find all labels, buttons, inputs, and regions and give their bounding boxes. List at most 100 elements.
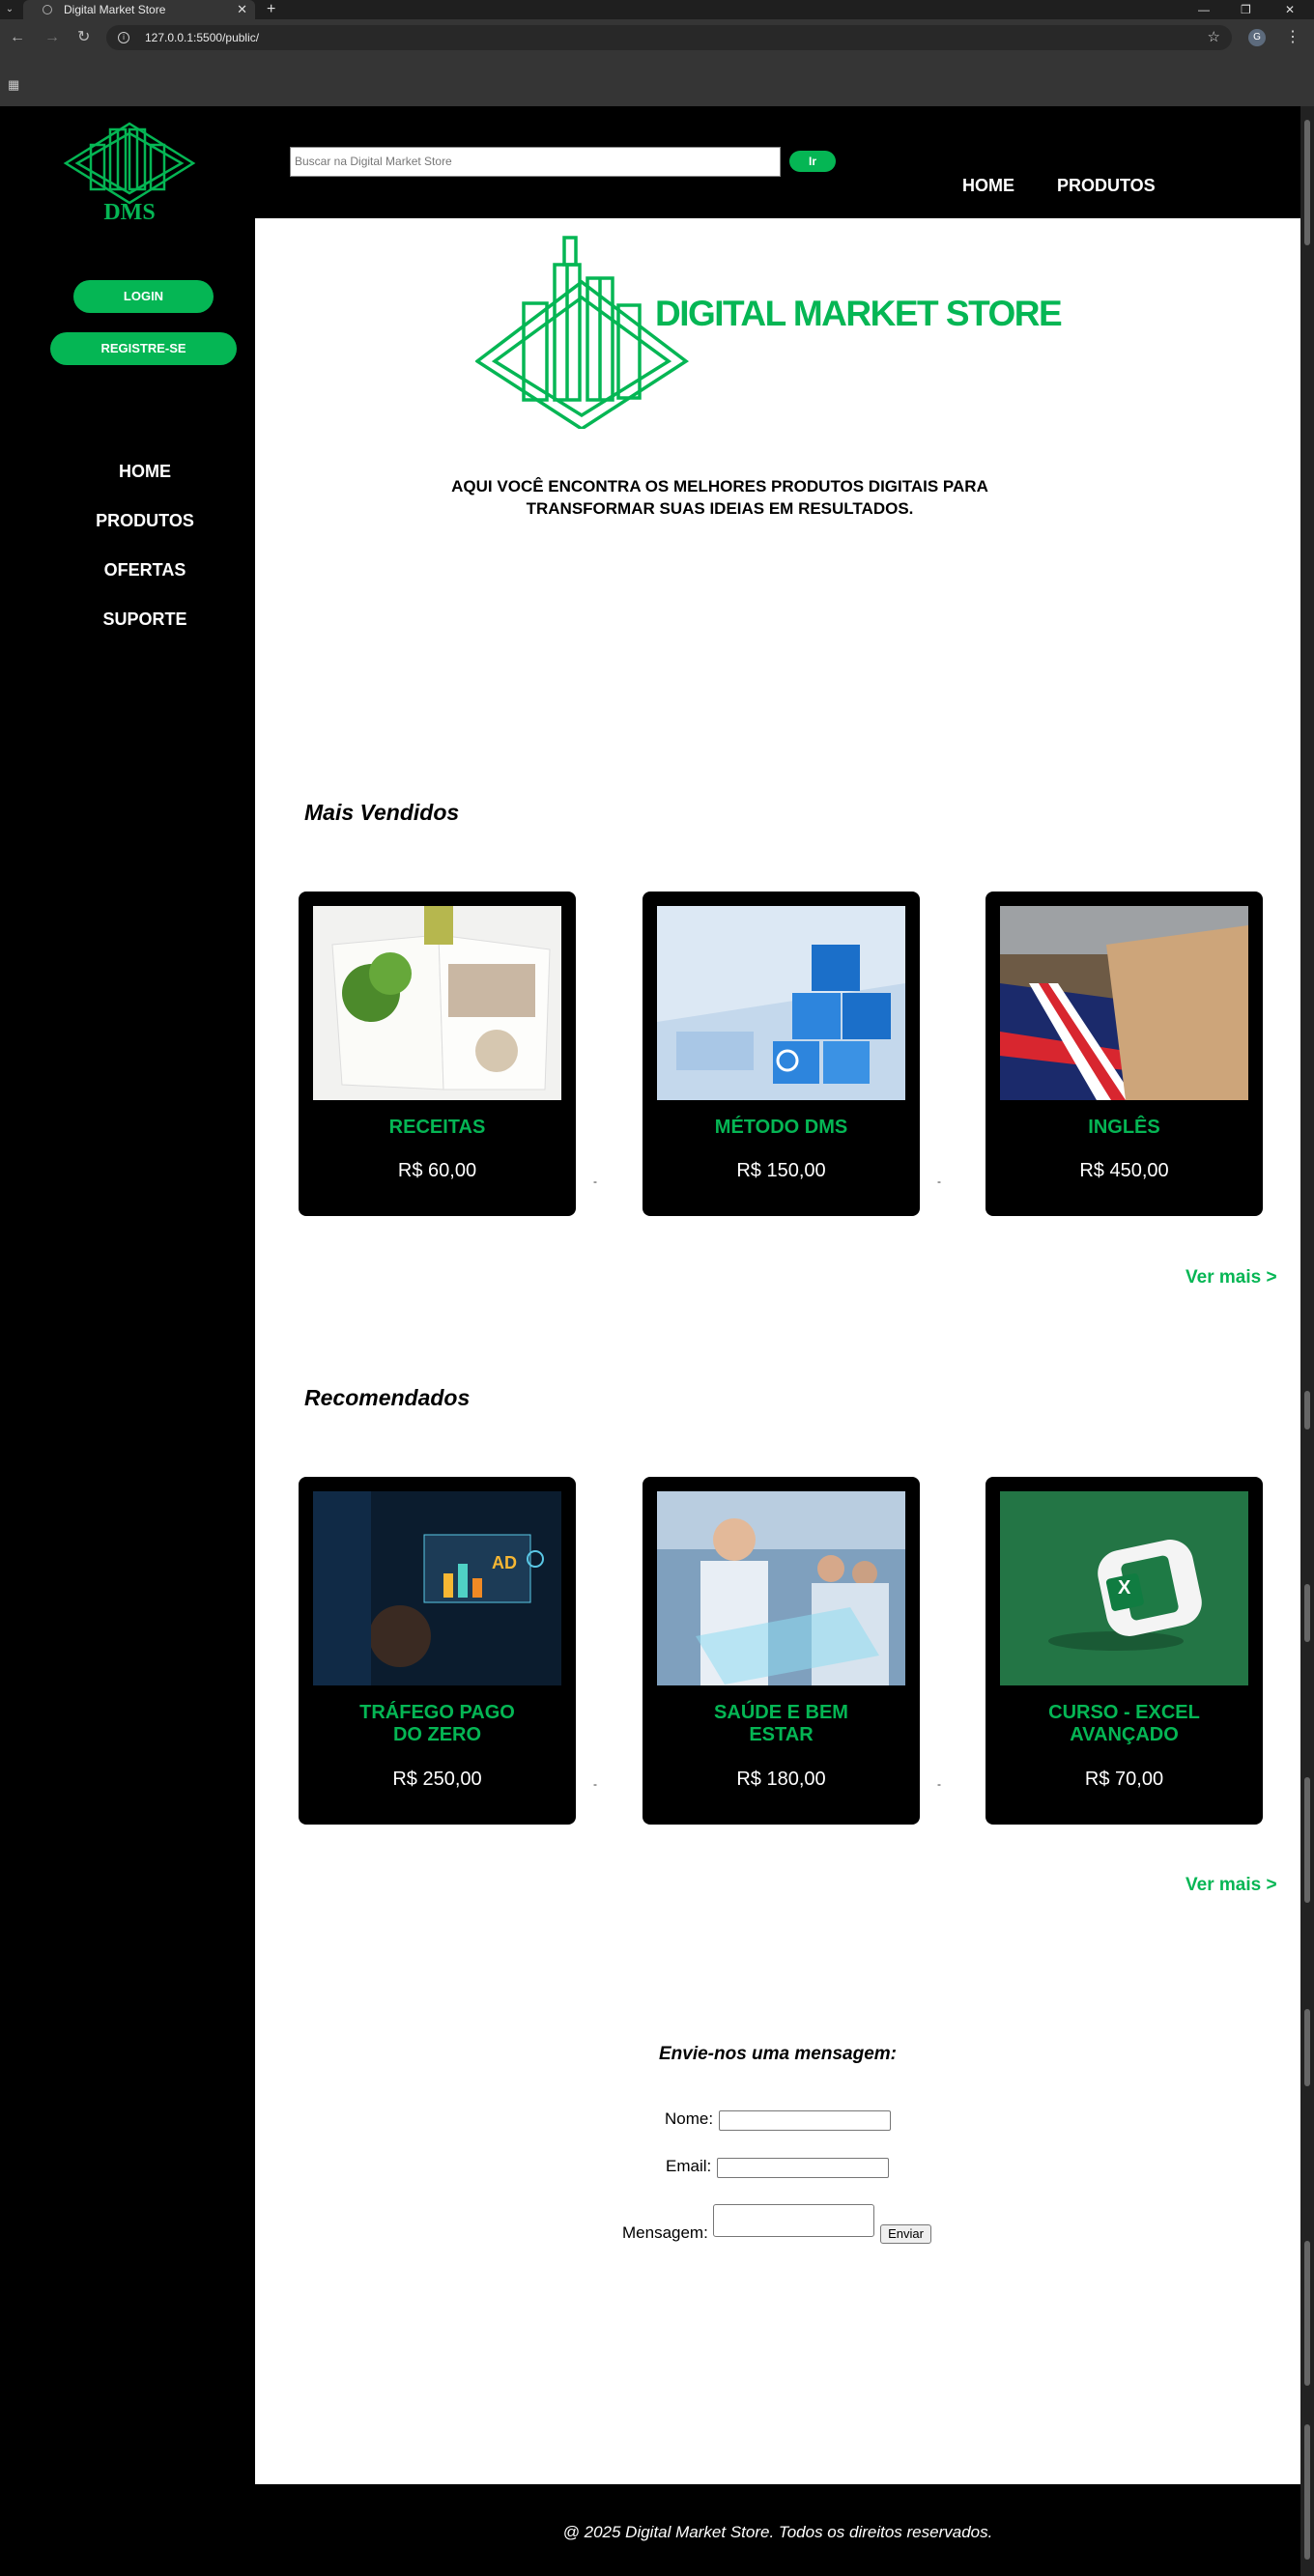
hero-tagline: AQUI VOCÊ ENCONTRA OS MELHORES PRODUTOS …: [400, 475, 1040, 520]
bookmark-star-icon[interactable]: ☆: [1208, 25, 1220, 50]
product-name-line-2: DO ZERO: [392, 1724, 482, 1745]
product-name-line-1: CURSO - EXCEL: [1048, 1702, 1200, 1723]
open-recipe-book-image[interactable]: [313, 906, 561, 1100]
product-card[interactable]: AD TRÁFEGO PAGO DO ZERO R$ 250,00: [299, 1477, 576, 1825]
digital-ads-image[interactable]: AD: [313, 1491, 561, 1685]
scrollbar-thumb[interactable]: [1304, 120, 1310, 245]
tagline-line-1: AQUI VOCÊ ENCONTRA OS MELHORES PRODUTOS …: [451, 477, 988, 495]
new-tab-icon[interactable]: +: [267, 0, 275, 19]
url-text: 127.0.0.1:5500/public/: [145, 31, 260, 44]
bookmarks-bar: ▦: [0, 56, 1314, 106]
register-button[interactable]: REGISTRE-SE: [50, 332, 237, 365]
scroll-marker: [1304, 2424, 1310, 2560]
browser-tab[interactable]: Digital Market Store ✕: [23, 0, 255, 19]
reload-icon[interactable]: ↻: [77, 19, 90, 56]
main-content: DIGITAL MARKET STORE AQUI VOCÊ ENCONTRA …: [255, 218, 1300, 2484]
best-sellers-title: Mais Vendidos: [304, 800, 460, 825]
hero-logo-icon: [475, 236, 690, 429]
sidebar-item-ofertas[interactable]: OFERTAS: [0, 560, 290, 580]
site-info-icon[interactable]: i: [118, 32, 129, 43]
apps-grid-icon[interactable]: ▦: [8, 77, 19, 93]
restore-icon[interactable]: ❐: [1241, 0, 1251, 19]
scroll-marker: [1304, 2009, 1310, 2086]
recommended-more-link[interactable]: Ver mais >: [1185, 1875, 1277, 1896]
product-name[interactable]: TRÁFEGO PAGO DO ZERO: [299, 1702, 576, 1746]
product-card[interactable]: X CURSO - EXCEL AVANÇADO R$ 70,00: [986, 1477, 1263, 1825]
logo-small-text: DMS: [103, 200, 155, 225]
product-name[interactable]: RECEITAS: [299, 1117, 576, 1139]
scroll-marker: [1304, 1391, 1310, 1430]
message-label: Mensagem:: [622, 2223, 708, 2242]
separator: -: [937, 1777, 941, 1791]
product-card[interactable]: INGLÊS R$ 450,00: [986, 892, 1263, 1216]
separator: -: [593, 1777, 597, 1791]
excel-icon-image[interactable]: X: [1000, 1491, 1248, 1685]
page: DMS LOGIN REGISTRE-SE HOME PRODUTOS OFER…: [0, 106, 1300, 2576]
hero-logo: DIGITAL MARKET STORE: [475, 236, 1064, 429]
email-field[interactable]: [717, 2158, 889, 2178]
product-name-line-2: AVANÇADO: [1070, 1724, 1179, 1745]
product-name-line-1: SAÚDE E BEM: [714, 1702, 848, 1723]
contact-title: Envie-nos uma mensagem:: [658, 2044, 898, 2064]
product-price: R$ 180,00: [736, 1769, 826, 1790]
best-sellers-more-link[interactable]: Ver mais >: [1185, 1267, 1277, 1288]
product-name-line-2: ESTAR: [749, 1724, 814, 1745]
separator: -: [593, 1175, 597, 1188]
separator: -: [937, 1175, 941, 1188]
product-name[interactable]: SAÚDE E BEM ESTAR: [643, 1702, 920, 1746]
search-button[interactable]: Ir: [789, 151, 836, 172]
product-price: R$ 250,00: [392, 1769, 482, 1790]
business-cubes-image[interactable]: [657, 906, 905, 1100]
name-field[interactable]: [719, 2110, 891, 2131]
doctors-hologram-image[interactable]: [657, 1491, 905, 1685]
url-field[interactable]: i 127.0.0.1:5500/public/ ☆: [106, 25, 1232, 50]
forward-icon[interactable]: →: [44, 19, 60, 56]
svg-text:X: X: [1118, 1577, 1131, 1599]
top-header: Buscar na Digital Market Store Ir HOME P…: [255, 106, 1300, 218]
product-card[interactable]: MÉTODO DMS R$ 150,00: [643, 892, 920, 1216]
uk-flag-book-image[interactable]: [1000, 906, 1248, 1100]
search-input[interactable]: Buscar na Digital Market Store: [290, 147, 781, 177]
browser-tab-bar: ⌄ Digital Market Store ✕ + — ❐ ✕: [0, 0, 1314, 19]
name-label: Nome:: [665, 2109, 714, 2128]
address-bar: ← → ↻ i 127.0.0.1:5500/public/ ☆ G ⋮: [0, 19, 1314, 56]
close-window-icon[interactable]: ✕: [1285, 0, 1295, 19]
message-field[interactable]: [713, 2204, 874, 2237]
product-price: R$ 70,00: [1084, 1769, 1164, 1790]
tab-title: Digital Market Store: [64, 3, 166, 16]
sidebar-item-home[interactable]: HOME: [0, 462, 290, 482]
scroll-marker: [1304, 1777, 1310, 1903]
product-name[interactable]: INGLÊS: [986, 1117, 1263, 1139]
product-name-line-1: TRÁFEGO PAGO: [359, 1702, 515, 1723]
product-price: R$ 150,00: [736, 1160, 826, 1181]
dms-logo-icon[interactable]: DMS: [62, 118, 197, 226]
tab-search-icon[interactable]: ⌄: [0, 0, 19, 19]
favicon-icon: [43, 5, 52, 14]
profile-avatar[interactable]: G: [1248, 29, 1266, 46]
product-price: R$ 60,00: [397, 1160, 477, 1181]
close-tab-icon[interactable]: ✕: [237, 0, 247, 19]
login-button[interactable]: LOGIN: [73, 280, 214, 313]
recommended-title: Recomendados: [304, 1385, 471, 1410]
product-card[interactable]: RECEITAS R$ 60,00: [299, 892, 576, 1216]
sidebar-item-suporte[interactable]: SUPORTE: [0, 609, 290, 630]
tagline-line-2: TRANSFORMAR SUAS IDEIAS EM RESULTADOS.: [526, 499, 914, 518]
hero-brand-name: DIGITAL MARKET STORE: [655, 294, 1062, 333]
header-nav-home[interactable]: HOME: [962, 176, 1014, 196]
product-price: R$ 450,00: [1079, 1160, 1169, 1181]
sidebar: DMS LOGIN REGISTRE-SE HOME PRODUTOS OFER…: [0, 106, 255, 2576]
sidebar-item-produtos[interactable]: PRODUTOS: [0, 511, 290, 531]
footer: @ 2025 Digital Market Store. Todos os di…: [255, 2484, 1300, 2576]
product-name[interactable]: CURSO - EXCEL AVANÇADO: [986, 1702, 1263, 1746]
minimize-icon[interactable]: —: [1198, 0, 1210, 19]
header-nav-produtos[interactable]: PRODUTOS: [1057, 176, 1156, 196]
menu-kebab-icon[interactable]: ⋮: [1285, 19, 1300, 56]
page-scrollbar[interactable]: [1300, 106, 1314, 2576]
product-card[interactable]: SAÚDE E BEM ESTAR R$ 180,00: [643, 1477, 920, 1825]
back-icon[interactable]: ←: [10, 19, 25, 56]
product-name[interactable]: MÉTODO DMS: [643, 1117, 920, 1139]
footer-copyright: @ 2025 Digital Market Store. Todos os di…: [562, 2523, 993, 2541]
email-label: Email:: [666, 2157, 712, 2175]
scroll-marker: [1304, 2241, 1310, 2386]
send-button[interactable]: Enviar: [880, 2224, 931, 2244]
